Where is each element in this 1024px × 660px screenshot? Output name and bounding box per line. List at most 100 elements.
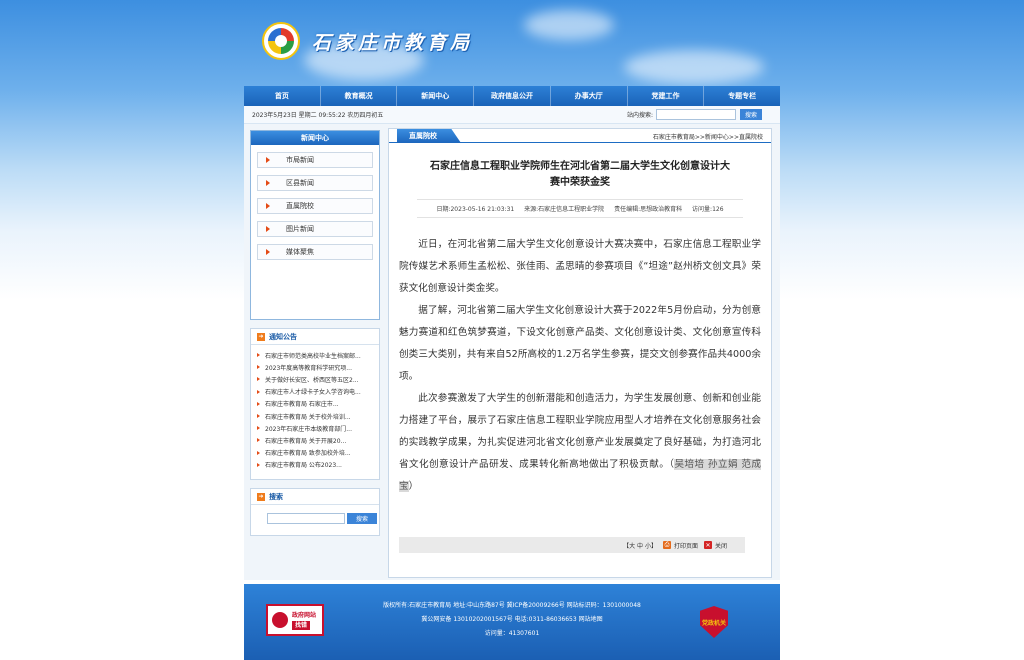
paren-close: ） <box>408 481 419 492</box>
notice-list: 石家庄市师范类高校毕业生档案邮... 2023年度高等教育科学研究项... 关于… <box>251 345 379 475</box>
sidebar: 新闻中心 市局新闻 区县新闻 直属院校 图片新闻 媒体聚焦 ➜ 通知公告 石家庄市… <box>250 130 380 536</box>
arrow-right-icon <box>266 249 270 255</box>
site-logo-area[interactable]: 石家庄市教育局 <box>262 22 473 60</box>
emblem-icon <box>262 22 300 60</box>
title-line: 石家庄信息工程职业学院师生在河北省第二届大学生文化创意设计大 <box>430 161 730 172</box>
tab-colleges[interactable]: 直属院校 <box>397 129 461 143</box>
notice-text: 石家庄市人才绿卡子女入学咨询电... <box>265 389 361 397</box>
main-area: 新闻中心 市局新闻 区县新闻 直属院校 图片新闻 媒体聚焦 ➜ 通知公告 石家庄市… <box>244 124 780 580</box>
sidebar-search-button[interactable]: 搜索 <box>347 513 377 524</box>
footer-contact: 冀公网安备 13010202001567号 电话:0311-86036653 网… <box>421 616 603 623</box>
notice-text: 石家庄市教育局 致参加校外培... <box>265 450 351 458</box>
nav-gov-info[interactable]: 政府信息公开 <box>474 86 551 106</box>
bullet-icon <box>257 450 260 455</box>
search-header-label: 搜索 <box>269 492 283 501</box>
meta-views: 访问量:126 <box>692 206 724 213</box>
arrow-box-icon: ➜ <box>257 332 265 341</box>
cloud-decor <box>624 50 764 84</box>
site-search-button[interactable]: 搜索 <box>740 109 762 120</box>
print-button[interactable]: 打印页面 <box>674 541 698 550</box>
list-item[interactable]: 石家庄市教育局 关于开展20... <box>257 434 373 446</box>
info-bar: 2023年5月23日 星期二 09:55:22 农历四月初五 站内搜索: 搜索 <box>244 106 780 124</box>
list-item[interactable]: 石家庄市人才绿卡子女入学咨询电... <box>257 386 373 398</box>
bullet-icon <box>257 365 260 370</box>
cloud-decor <box>524 10 614 40</box>
sidebar-search-panel: ➜ 搜索 搜索 <box>250 488 380 536</box>
paragraph: 近日，在河北省第二届大学生文化创意设计大赛决赛中，石家庄信息工程职业学院传媒艺术… <box>399 239 761 294</box>
list-item[interactable]: 石家庄市教育局 公布2023... <box>257 459 373 471</box>
paragraph: 此次参赛激发了大学生的创新潜能和创造活力，为学生发展创意、创新和创业能力搭建了平… <box>399 388 762 498</box>
notice-text: 石家庄市教育局 关于开展20... <box>265 437 347 445</box>
nav-topics[interactable]: 专题专栏 <box>704 86 780 106</box>
meta-editor: 责任编辑:思想政治教育科 <box>614 206 683 213</box>
nav-services[interactable]: 办事大厅 <box>551 86 628 106</box>
list-item[interactable]: 2023年度高等教育科学研究项... <box>257 361 373 373</box>
print-icon: ⎙ <box>662 541 671 549</box>
sidebar-item-colleges[interactable]: 直属院校 <box>257 198 373 214</box>
nav-home[interactable]: 首页 <box>244 86 321 106</box>
site-search: 站内搜索: 搜索 <box>627 109 762 120</box>
bullet-icon <box>257 353 260 358</box>
notice-panel-header: ➜ 通知公告 <box>251 329 379 345</box>
arrow-right-icon <box>266 180 270 186</box>
meta-source: 来源:石家庄信息工程职业学院 <box>524 206 605 213</box>
bullet-icon <box>257 426 260 431</box>
notice-header-label: 通知公告 <box>269 332 297 341</box>
notice-text: 2023年石家庄市本级教育部门... <box>265 425 352 433</box>
article-panel: 直属院校 石家庄市教育局>>新闻中心>>直属院校 石家庄信息工程职业学院师生在河… <box>388 128 772 578</box>
article-body: 近日，在河北省第二届大学生文化创意设计大赛决赛中，石家庄信息工程职业学院传媒艺术… <box>399 234 762 498</box>
close-button[interactable]: 关闭 <box>715 541 727 550</box>
article-meta: 日期:2023-05-16 21:03:31 来源:石家庄信息工程职业学院 责任… <box>417 199 743 218</box>
bullet-icon <box>257 414 260 419</box>
notice-text: 石家庄市教育局 公布2023... <box>265 462 342 470</box>
nav-news[interactable]: 新闻中心 <box>397 86 475 106</box>
footer-copyright: 版权所有:石家庄市教育局 地址:中山东路87号 冀ICP备20009266号 网… <box>383 602 641 609</box>
bullet-icon <box>257 389 260 394</box>
search-label: 站内搜索: <box>626 112 653 119</box>
sidebar-item-photo-news[interactable]: 图片新闻 <box>257 221 373 237</box>
article-header: 直属院校 石家庄市教育局>>新闻中心>>直属院校 <box>389 129 771 143</box>
arrow-right-icon <box>266 203 270 209</box>
footer: 政府网站 找错 版权所有:石家庄市教育局 地址:中山东路87号 冀ICP备2000… <box>244 584 780 660</box>
date-time: 2023年5月23日 星期二 09:55:22 农历四月初五 <box>252 112 384 119</box>
notice-text: 关于做好长安区、桥西区等五区2... <box>265 376 359 384</box>
breadcrumb[interactable]: 石家庄市教育局>>新闻中心>>直属院校 <box>653 132 763 141</box>
list-item[interactable]: 关于做好长安区、桥西区等五区2... <box>257 373 373 385</box>
sidebar-item-label: 媒体聚焦 <box>286 248 314 256</box>
list-item[interactable]: 石家庄市教育局 石家庄市... <box>257 398 373 410</box>
sidebar-item-label: 直属院校 <box>286 202 314 210</box>
list-item[interactable]: 石家庄市师范类高校毕业生档案邮... <box>257 349 373 361</box>
bullet-icon <box>257 462 260 467</box>
sidebar-item-media[interactable]: 媒体聚焦 <box>257 244 373 260</box>
site-title: 石家庄市教育局 <box>312 31 474 54</box>
main-nav: 首页 教育概况 新闻中心 政府信息公开 办事大厅 党建工作 专题专栏 <box>244 86 780 106</box>
notice-panel: ➜ 通知公告 石家庄市师范类高校毕业生档案邮... 2023年度高等教育科学研究项… <box>250 328 380 480</box>
font-size-switch[interactable]: 【大 中 小】 <box>623 541 657 550</box>
list-item[interactable]: 石家庄市教育局 关于校外培训... <box>257 410 373 422</box>
footer-visits: 访问量：41307601 <box>484 630 540 637</box>
sidebar-item-city-news[interactable]: 市局新闻 <box>257 152 373 168</box>
meta-date: 日期:2023-05-16 21:03:31 <box>436 206 515 213</box>
article-tools: 【大 中 小】 ⎙ 打印页面 ✕ 关闭 <box>399 537 745 553</box>
notice-text: 2023年度高等教育科学研究项... <box>265 364 352 372</box>
notice-text: 石家庄市师范类高校毕业生档案邮... <box>265 352 361 360</box>
site-search-input[interactable] <box>656 109 736 120</box>
sidebar-search-input[interactable] <box>267 513 345 524</box>
sidebar-item-county-news[interactable]: 区县新闻 <box>257 175 373 191</box>
close-icon: ✕ <box>703 541 712 549</box>
badge-text: 党政机关 <box>701 619 726 627</box>
arrow-right-icon <box>266 226 270 232</box>
notice-text: 石家庄市教育局 关于校外培训... <box>265 413 351 421</box>
list-item[interactable]: 石家庄市教育局 致参加校外培... <box>257 447 373 459</box>
notice-text: 石家庄市教育局 石家庄市... <box>265 401 339 409</box>
search-panel-header: ➜ 搜索 <box>251 489 379 505</box>
sidebar-item-label: 区县新闻 <box>286 179 314 187</box>
sidebar-item-label: 市局新闻 <box>286 156 314 164</box>
nav-overview[interactable]: 教育概况 <box>321 86 398 106</box>
list-item[interactable]: 2023年石家庄市本级教育部门... <box>257 422 373 434</box>
bullet-icon <box>257 401 260 406</box>
nav-party[interactable]: 党建工作 <box>628 86 705 106</box>
news-panel-header: 新闻中心 <box>251 131 379 145</box>
bullet-icon <box>257 438 260 443</box>
arrow-box-icon: ➜ <box>257 492 265 501</box>
